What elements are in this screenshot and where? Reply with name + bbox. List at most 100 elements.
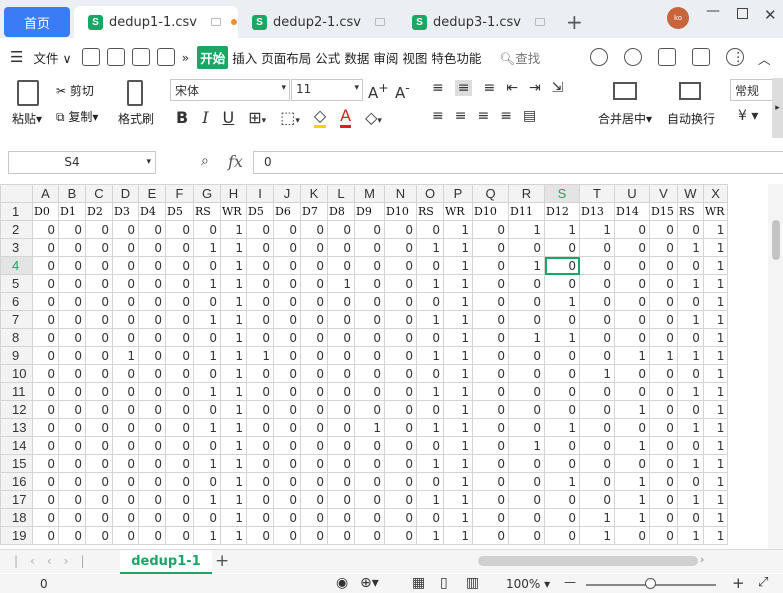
cell[interactable]: 0 <box>472 256 509 275</box>
column-header-L[interactable]: L <box>327 184 355 203</box>
row-header[interactable]: 17 <box>0 490 33 509</box>
cell[interactable]: 0 <box>32 490 59 509</box>
cell[interactable]: 1 <box>220 310 247 329</box>
cell[interactable]: 0 <box>273 328 301 347</box>
cell[interactable]: 0 <box>300 400 328 419</box>
cell[interactable]: 0 <box>85 436 113 455</box>
cell[interactable]: 0 <box>649 526 678 545</box>
cell[interactable]: 0 <box>112 526 139 545</box>
cell[interactable]: 1 <box>443 454 473 473</box>
cell[interactable]: 0 <box>300 328 328 347</box>
menu-review[interactable]: 审阅 <box>373 48 398 67</box>
cell[interactable]: RS <box>676 202 704 221</box>
new-tab-icon[interactable]: + <box>566 10 583 34</box>
cell[interactable]: 1 <box>220 508 247 527</box>
cell[interactable]: 1 <box>220 472 247 491</box>
cell[interactable]: 0 <box>614 292 650 311</box>
cell[interactable]: 0 <box>614 418 650 437</box>
menu-view[interactable]: 视图 <box>402 48 427 67</box>
cell[interactable]: 1 <box>579 526 615 545</box>
merge-center-button[interactable]: 合并居中▾ <box>598 110 652 127</box>
cell[interactable]: 0 <box>300 256 328 275</box>
scroll-thumb[interactable] <box>772 220 780 260</box>
cell[interactable]: 0 <box>676 508 704 527</box>
print-icon[interactable] <box>156 48 175 66</box>
cell[interactable]: 0 <box>472 490 509 509</box>
cell[interactable]: 1 <box>220 328 247 347</box>
cell[interactable]: 0 <box>112 472 139 491</box>
cell[interactable]: 0 <box>246 310 274 329</box>
row-header[interactable]: 4 <box>0 256 33 275</box>
cell[interactable]: 0 <box>273 220 301 239</box>
cell[interactable]: 0 <box>579 472 615 491</box>
cell[interactable]: 0 <box>354 382 385 401</box>
cell[interactable]: 0 <box>138 256 166 275</box>
cell[interactable]: 0 <box>193 508 221 527</box>
cell[interactable]: 0 <box>32 274 59 293</box>
search-box[interactable]: 🔍︎查找 <box>499 48 540 67</box>
cell[interactable]: 1 <box>579 364 615 383</box>
cell[interactable]: 1 <box>354 418 385 437</box>
cell[interactable]: 0 <box>112 292 139 311</box>
column-header-O[interactable]: O <box>416 184 444 203</box>
cell[interactable]: WR <box>220 202 247 221</box>
cell[interactable]: 0 <box>416 364 444 383</box>
cell[interactable]: 0 <box>85 364 113 383</box>
cell[interactable]: 0 <box>165 490 194 509</box>
cell[interactable]: 0 <box>32 382 59 401</box>
horizontal-scrollbar[interactable] <box>478 556 698 566</box>
cell[interactable]: 1 <box>193 526 221 545</box>
column-header-J[interactable]: J <box>273 184 301 203</box>
cell[interactable]: 0 <box>58 256 86 275</box>
cell[interactable]: 0 <box>472 238 509 257</box>
cell[interactable]: 0 <box>273 310 301 329</box>
cell[interactable]: 1 <box>702 454 729 473</box>
menu-formula[interactable]: 公式 <box>315 48 340 67</box>
cell[interactable]: 0 <box>138 220 166 239</box>
cell[interactable]: 0 <box>138 328 166 347</box>
cell[interactable]: 0 <box>384 346 417 365</box>
cell[interactable]: 0 <box>416 472 444 491</box>
align-middle-icon[interactable]: ≡ <box>454 80 473 96</box>
cell[interactable]: 0 <box>472 418 509 437</box>
cell[interactable]: 0 <box>544 274 580 293</box>
minimize-icon[interactable]: — <box>706 3 720 19</box>
cell[interactable]: 0 <box>579 238 615 257</box>
column-header-E[interactable]: E <box>138 184 166 203</box>
cell[interactable]: 0 <box>327 490 355 509</box>
cell[interactable]: 0 <box>579 328 615 347</box>
cell[interactable]: 1 <box>220 220 247 239</box>
merge-center-icon[interactable] <box>613 82 637 100</box>
cell[interactable]: 0 <box>58 454 86 473</box>
cloud-icon[interactable] <box>590 48 608 66</box>
cell[interactable]: 1 <box>649 346 678 365</box>
cell[interactable]: 1 <box>702 310 729 329</box>
cell[interactable]: 0 <box>354 490 385 509</box>
cell[interactable]: 0 <box>85 274 113 293</box>
cell[interactable]: 0 <box>384 400 417 419</box>
cell[interactable]: 1 <box>416 490 444 509</box>
cell[interactable]: 1 <box>220 400 247 419</box>
cell[interactable]: 0 <box>85 490 113 509</box>
column-header-U[interactable]: U <box>614 184 650 203</box>
cell[interactable]: 1 <box>702 346 729 365</box>
cell[interactable]: 1 <box>702 238 729 257</box>
cell[interactable]: 0 <box>273 490 301 509</box>
cell[interactable]: 0 <box>384 292 417 311</box>
row-header[interactable]: 12 <box>0 400 33 419</box>
cell[interactable]: 0 <box>138 274 166 293</box>
cell[interactable]: 1 <box>220 454 247 473</box>
cell[interactable]: 0 <box>508 364 545 383</box>
cell[interactable]: 0 <box>246 274 274 293</box>
cell[interactable]: 0 <box>649 418 678 437</box>
cell[interactable]: 1 <box>443 274 473 293</box>
cell[interactable]: D15 <box>649 202 678 221</box>
column-header-K[interactable]: K <box>300 184 328 203</box>
cell[interactable]: 0 <box>112 328 139 347</box>
row-header[interactable]: 8 <box>0 328 33 347</box>
cell[interactable]: 0 <box>579 292 615 311</box>
increase-font-icon[interactable]: A+ <box>368 80 389 102</box>
cell[interactable]: 0 <box>649 256 678 275</box>
cell[interactable]: 0 <box>676 364 704 383</box>
cell[interactable]: 0 <box>472 436 509 455</box>
